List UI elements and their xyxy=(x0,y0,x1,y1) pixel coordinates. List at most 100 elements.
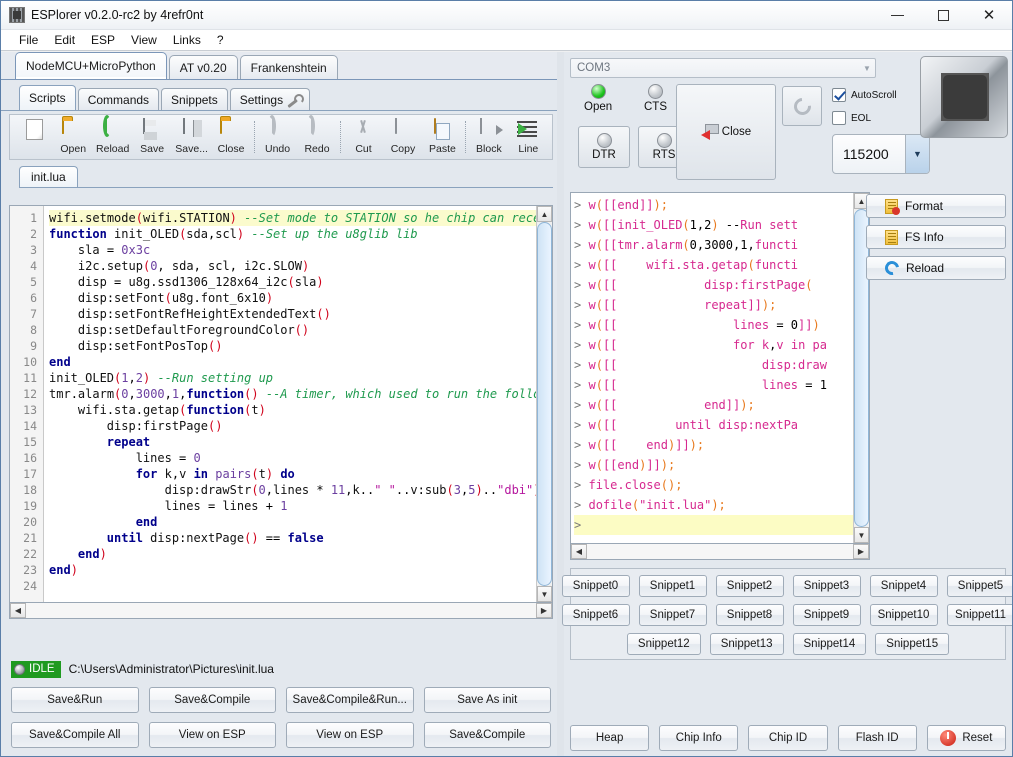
reset-button[interactable]: Reset xyxy=(926,725,1006,751)
view-on-esp-button-1[interactable]: View on ESP xyxy=(148,722,276,748)
console-scroll-down-icon[interactable]: ▼ xyxy=(854,527,869,543)
reload-button[interactable]: Reload xyxy=(866,256,1006,280)
toolbar-block[interactable]: Block xyxy=(469,116,508,158)
menu-help[interactable]: ? xyxy=(209,31,232,49)
save-compile-button-2[interactable]: Save&Compile xyxy=(423,722,551,748)
menu-edit[interactable]: Edit xyxy=(46,31,83,49)
tab-settings[interactable]: Settings xyxy=(229,88,311,110)
menu-file[interactable]: File xyxy=(11,31,46,49)
console-scroll-right-icon[interactable]: ▶ xyxy=(853,544,869,559)
flash-id-button[interactable]: Flash ID xyxy=(837,725,917,751)
tab-snippets[interactable]: Snippets xyxy=(161,88,228,110)
tab-frankenshtein[interactable]: Frankenshtein xyxy=(239,55,338,79)
chip-id-button[interactable]: Chip ID xyxy=(748,725,828,751)
fs-info-button[interactable]: FS Info xyxy=(866,225,1006,249)
snippet-button-9[interactable]: Snippet9 xyxy=(792,604,861,626)
tab-nodemcu-micropython[interactable]: NodeMCU+MicroPython xyxy=(15,52,167,79)
refresh-ports-button[interactable] xyxy=(782,86,822,126)
snippet-button-12[interactable]: Snippet12 xyxy=(626,633,701,655)
toolbar-paste[interactable]: Paste xyxy=(423,116,462,158)
toolbar-new[interactable] xyxy=(14,116,53,158)
view-on-esp-button-2[interactable]: View on ESP xyxy=(286,722,414,748)
toolbar-open-label: Open xyxy=(60,143,87,155)
snippet-button-3[interactable]: Snippet3 xyxy=(792,575,861,597)
eol-checkbox-row[interactable]: EOL xyxy=(832,111,871,125)
eol-checkbox[interactable] xyxy=(832,111,846,125)
toolbar-save[interactable]: Save xyxy=(132,116,171,158)
tab-commands[interactable]: Commands xyxy=(77,88,160,110)
tab-scripts[interactable]: Scripts xyxy=(19,85,76,110)
line-number: 7 xyxy=(30,307,37,321)
maximize-button[interactable] xyxy=(920,1,966,30)
minimize-button[interactable] xyxy=(874,1,920,30)
snippet-button-0[interactable]: Snippet0 xyxy=(561,575,630,597)
vertical-scroll-thumb[interactable] xyxy=(537,222,552,586)
file-tab-init-lua[interactable]: init.lua xyxy=(19,166,78,187)
toolbar-open[interactable]: Open xyxy=(53,116,92,158)
toolbar-line[interactable]: Line xyxy=(509,116,548,158)
save-and-compile-button[interactable]: Save&Compile xyxy=(148,687,276,713)
autoscroll-checkbox-row[interactable]: AutoScroll xyxy=(832,88,897,102)
console-scroll-left-icon[interactable]: ◀ xyxy=(571,544,587,559)
com-port-select[interactable]: COM3 ▼ xyxy=(570,58,876,78)
dtr-button[interactable]: DTR xyxy=(578,126,630,168)
baud-rate-select[interactable]: 115200 ▼ xyxy=(832,134,930,174)
editor-horizontal-scrollbar[interactable]: ◀ ▶ xyxy=(9,603,553,619)
code-editor[interactable]: 1 2 3 4 5 6 7 8 9 10 11 12 13 14 15 16 17 18 19 20 21 22 23 24 … xyxy=(9,205,553,603)
toolbar-redo[interactable]: Redo xyxy=(297,115,336,158)
code-line: disp:drawStr(0,lines * 11,k.." "..v:sub(… xyxy=(164,483,536,497)
toolbar-undo[interactable]: Undo xyxy=(258,115,297,158)
format-button[interactable]: Format xyxy=(866,194,1006,218)
save-as-init-button[interactable]: Save As init xyxy=(423,687,551,713)
snippet-button-11[interactable]: Snippet11 xyxy=(946,604,1012,626)
serial-console[interactable]: > w([[end]]); > w([[init_OLED(1,2) --Run … xyxy=(570,192,870,544)
snippet-button-2[interactable]: Snippet2 xyxy=(715,575,784,597)
menu-esp[interactable]: ESP xyxy=(83,31,123,49)
tab-at-v020[interactable]: AT v0.20 xyxy=(168,55,238,79)
menu-view[interactable]: View xyxy=(123,31,165,49)
scroll-up-icon[interactable]: ▲ xyxy=(537,206,552,222)
scroll-left-icon[interactable]: ◀ xyxy=(10,603,26,618)
toolbar-reload[interactable]: Reload xyxy=(93,115,132,158)
close-port-button[interactable]: Close xyxy=(676,84,776,180)
menu-links[interactable]: Links xyxy=(165,31,209,49)
open-indicator[interactable]: Open xyxy=(584,84,612,113)
close-button[interactable]: ✕ xyxy=(966,1,1012,30)
toolbar-copy[interactable]: Copy xyxy=(383,116,422,158)
snippet-button-5[interactable]: Snippet5 xyxy=(946,575,1012,597)
editor-vertical-scrollbar[interactable]: ▲ ▼ xyxy=(536,206,552,602)
scroll-right-icon[interactable]: ▶ xyxy=(536,603,552,618)
snippet-button-1[interactable]: Snippet1 xyxy=(638,575,707,597)
editor-toolbar: Open Reload Save Save... Close Undo Redo… xyxy=(9,114,553,160)
save-compile-run-button[interactable]: Save&Compile&Run... xyxy=(286,687,414,713)
snippet-button-15[interactable]: Snippet15 xyxy=(875,633,950,655)
snippet-button-13[interactable]: Snippet13 xyxy=(709,633,784,655)
baud-chevron-down-icon[interactable]: ▼ xyxy=(905,135,929,173)
snippet-button-6[interactable]: Snippet6 xyxy=(561,604,630,626)
snippet-row-3: Snippet12 Snippet13 Snippet14 Snippet15 xyxy=(575,633,1001,655)
save-compile-all-button[interactable]: Save&Compile All xyxy=(11,722,139,748)
snippet-button-4[interactable]: Snippet4 xyxy=(869,575,938,597)
toolbar-save-as[interactable]: Save... xyxy=(172,116,211,158)
firmware-tab-bar: NodeMCU+MicroPython AT v0.20 Frankenshte… xyxy=(1,52,561,80)
snippet-button-10[interactable]: Snippet10 xyxy=(869,604,938,626)
rts-label: RTS xyxy=(652,149,676,161)
horizontal-scroll-track[interactable] xyxy=(26,603,536,618)
chip-info-button[interactable]: Chip Info xyxy=(659,725,739,751)
console-horizontal-scrollbar[interactable]: ◀ ▶ xyxy=(570,544,870,560)
snippet-button-8[interactable]: Snippet8 xyxy=(715,604,784,626)
toolbar-separator-2 xyxy=(339,121,341,153)
line-number: 10 xyxy=(23,355,37,369)
autoscroll-checkbox[interactable] xyxy=(832,88,846,102)
snippet-button-14[interactable]: Snippet14 xyxy=(792,633,867,655)
console-h-scroll-track[interactable] xyxy=(587,544,853,559)
snippet-button-7[interactable]: Snippet7 xyxy=(638,604,707,626)
console-output[interactable]: > w([[end]]); > w([[init_OLED(1,2) --Run … xyxy=(571,193,853,543)
save-and-run-button[interactable]: Save&Run xyxy=(11,687,139,713)
toolbar-cut[interactable]: Cut xyxy=(344,116,383,158)
pane-splitter[interactable] xyxy=(557,52,564,756)
scroll-down-icon[interactable]: ▼ xyxy=(537,586,552,602)
heap-button[interactable]: Heap xyxy=(570,725,650,751)
code-content[interactable]: wifi.setmode(wifi.STATION) --Set mode to… xyxy=(44,206,536,602)
toolbar-close[interactable]: Close xyxy=(211,116,250,158)
